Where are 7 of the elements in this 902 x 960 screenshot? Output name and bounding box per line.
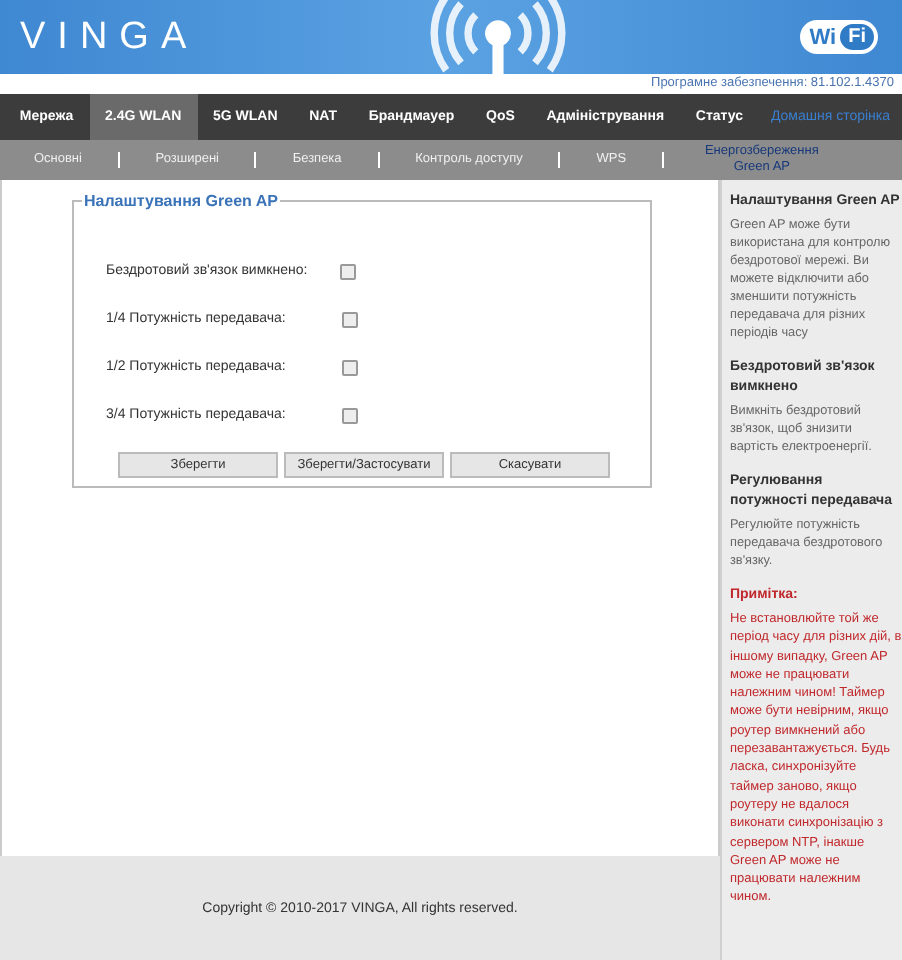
checkbox[interactable] xyxy=(342,311,358,327)
checkbox[interactable] xyxy=(340,263,356,279)
checkbox[interactable] xyxy=(342,407,358,423)
wifi-badge: Wi Fi xyxy=(799,20,878,54)
logo: VINGA xyxy=(20,15,199,59)
group-title: Налаштування Green AP xyxy=(82,192,280,210)
checkbox[interactable] xyxy=(342,359,358,375)
